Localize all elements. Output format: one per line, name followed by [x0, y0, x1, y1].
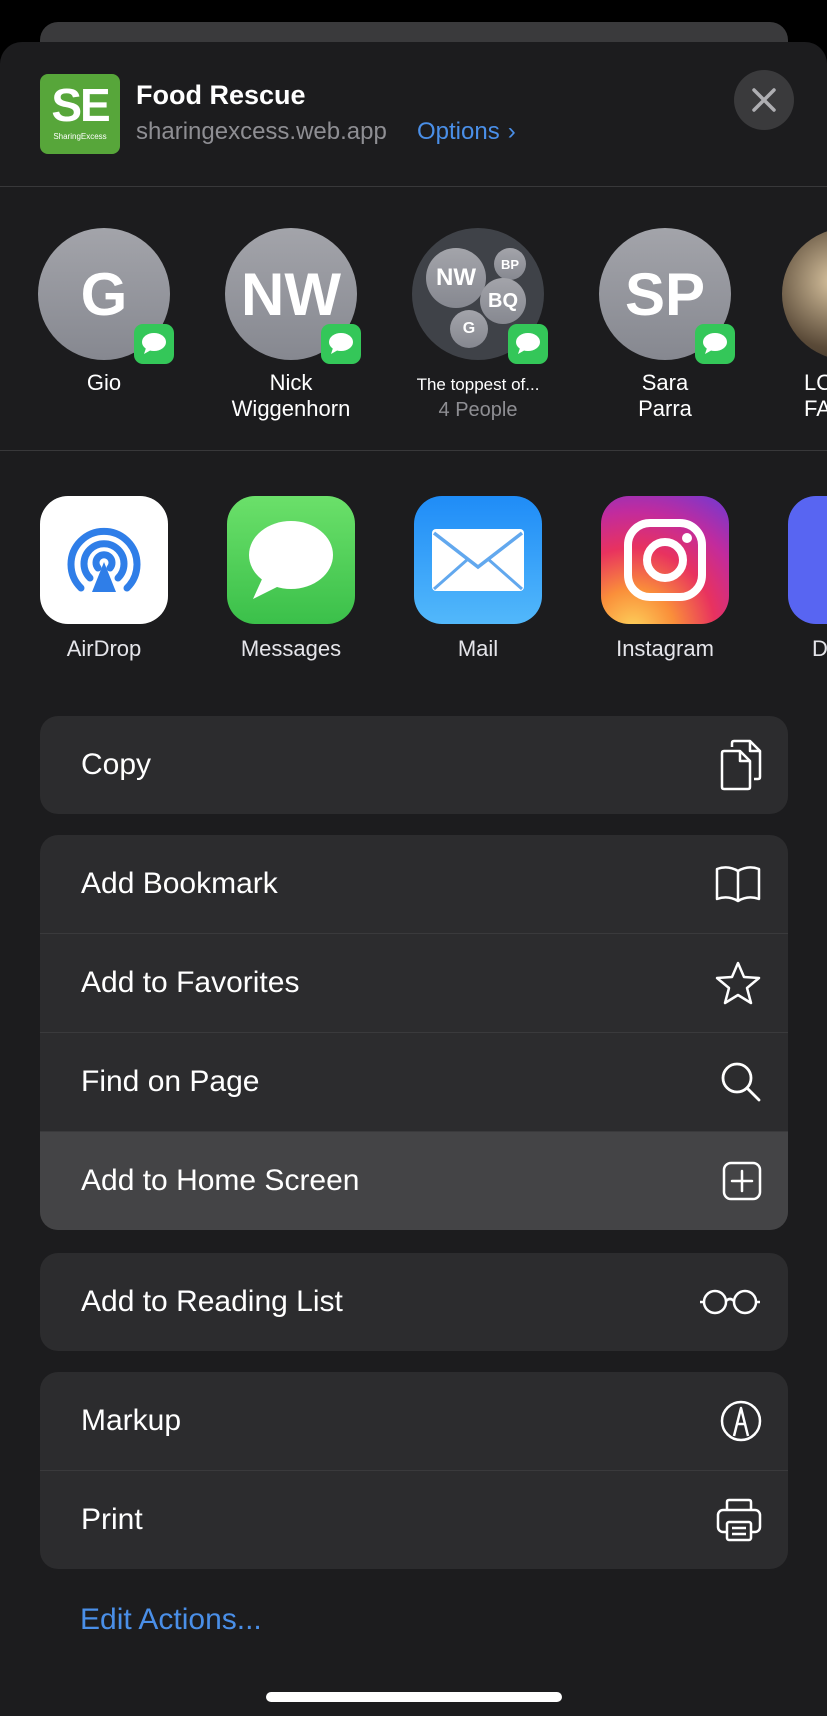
action-group-browse: Add Bookmark Add to Favorites Find on Pa… [40, 835, 788, 1230]
contact-group[interactable]: NW BP BQ G The toppest of... 4 People [408, 228, 548, 422]
group-member-avatar: G [450, 310, 488, 348]
avatar: NW [225, 228, 361, 364]
action-copy[interactable]: Copy [40, 716, 788, 814]
avatar-initials: NW [241, 260, 341, 328]
action-label: Add to Favorites [81, 966, 300, 999]
action-group-copy: Copy [40, 716, 788, 814]
app-label: D [812, 636, 827, 661]
avatar-initials: SP [624, 260, 706, 328]
book-icon [714, 865, 762, 903]
action-markup[interactable]: Markup [40, 1372, 788, 1470]
markup-pen-icon [720, 1400, 762, 1442]
action-label: Find on Page [81, 1065, 260, 1098]
action-label: Add to Home Screen [81, 1164, 360, 1197]
action-label: Add to Reading List [81, 1285, 343, 1318]
printer-icon [716, 1498, 762, 1542]
action-add-to-home-screen[interactable]: Add to Home Screen [40, 1131, 788, 1230]
action-add-reading-list[interactable]: Add to Reading List [40, 1253, 788, 1351]
messages-badge-icon [321, 324, 361, 364]
messages-badge-icon [134, 324, 174, 364]
home-indicator [266, 1692, 562, 1702]
copy-icon [718, 739, 762, 791]
messages-icon [227, 496, 355, 624]
share-url: sharingexcess.web.app [136, 118, 387, 145]
options-link[interactable]: Options › [417, 118, 516, 146]
app-instagram[interactable]: Instagram [595, 496, 735, 662]
group-avatar: NW BP BQ G [412, 228, 548, 364]
contact-name: Sara Parra [638, 370, 692, 421]
close-button[interactable] [734, 70, 794, 130]
app-mail[interactable]: Mail [408, 496, 548, 662]
app-label: Messages [240, 636, 342, 661]
avatar: G [38, 228, 174, 364]
action-find-on-page[interactable]: Find on Page [40, 1032, 788, 1131]
site-icon-subtext: SharingExcess [53, 132, 107, 141]
site-icon: SE SharingExcess [40, 74, 120, 154]
app-messages[interactable]: Messages [221, 496, 361, 662]
avatar: SP [599, 228, 735, 364]
close-icon [752, 88, 776, 112]
group-member-avatar: NW [426, 248, 486, 308]
messages-badge-icon [695, 324, 735, 364]
app-label: Instagram [616, 636, 714, 661]
contact-partial[interactable]: LO FA [782, 228, 827, 422]
group-member-avatar: BQ [480, 278, 526, 324]
instagram-icon [601, 496, 729, 624]
messages-badge-icon [508, 324, 548, 364]
app-partial[interactable]: D [782, 496, 827, 662]
share-title: Food Rescue [136, 80, 306, 110]
app-label: Mail [457, 636, 499, 661]
photo-avatar [782, 228, 827, 360]
action-label: Add Bookmark [81, 867, 278, 900]
contact-name: Gio [86, 370, 122, 395]
contact-gio[interactable]: G Gio [34, 228, 174, 396]
app-airdrop[interactable]: AirDrop [34, 496, 174, 662]
contact-nick-wiggenhorn[interactable]: NW Nick Wiggenhorn [221, 228, 361, 422]
star-icon [714, 960, 762, 1006]
airdrop-icon [40, 496, 168, 624]
search-icon [720, 1061, 762, 1103]
contact-sara-parra[interactable]: SP Sara Parra [595, 228, 735, 422]
action-label: Copy [81, 748, 152, 781]
site-icon-text: SE [51, 79, 110, 131]
share-sheet: SE SharingExcess Food Rescue sharingexce… [0, 42, 827, 1716]
glasses-icon [698, 1288, 762, 1316]
action-group-extras: Markup Print [40, 1372, 788, 1569]
contact-name: The toppest of... [416, 375, 540, 394]
chevron-right-icon: › [507, 118, 516, 145]
action-add-favorites[interactable]: Add to Favorites [40, 933, 788, 1032]
add-square-icon [722, 1161, 762, 1201]
action-print[interactable]: Print [40, 1470, 788, 1569]
edit-actions-link[interactable]: Edit Actions... [80, 1603, 262, 1637]
avatar-initials: G [80, 260, 128, 328]
action-label: Print [81, 1503, 143, 1536]
group-member-avatar: BP [494, 248, 526, 280]
contacts-divider [0, 450, 827, 451]
share-header: SE SharingExcess Food Rescue sharingexce… [0, 42, 827, 186]
mail-icon [414, 496, 542, 624]
header-divider [0, 186, 827, 187]
discord-icon [788, 496, 827, 624]
action-group-reading-list: Add to Reading List [40, 1253, 788, 1351]
contact-name: Nick Wiggenhorn [231, 370, 351, 421]
app-label: AirDrop [66, 636, 142, 661]
action-label: Markup [81, 1404, 182, 1437]
options-label: Options [417, 118, 500, 145]
action-add-bookmark[interactable]: Add Bookmark [40, 835, 788, 933]
contact-subtitle: 4 People [438, 399, 518, 421]
contact-name: LO FA [804, 370, 827, 421]
